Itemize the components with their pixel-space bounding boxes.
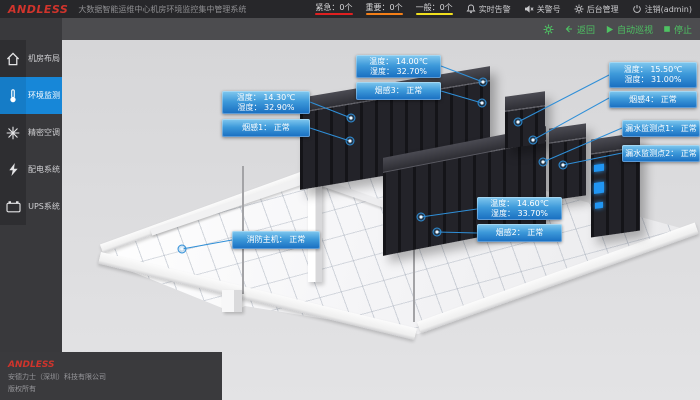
snowflake-icon [0,114,26,151]
smoke-status: 烟感2： 正常 [480,228,559,238]
menu-admin-console[interactable]: 后台管理 [574,4,619,15]
alarm-critical-underline [315,13,352,15]
rack-front [549,137,586,200]
smoke-status: 烟感1： 正常 [225,123,307,133]
menu-mute-alarm[interactable]: 关警号 [524,4,561,15]
callout-smoke-detector-3: 烟感3： 正常 [356,82,441,100]
sidebar-item-room-layout[interactable]: 机房布局 [0,40,62,77]
menu-logout-label: 注销(admin) [645,4,692,15]
humidity-value: 湿度： 32.70% [359,67,438,77]
callout-smoke-detector-2: 烟感2： 正常 [477,224,562,242]
menu-admin-console-label: 后台管理 [587,4,619,15]
sidebar-item-label: 配电系统 [26,164,62,175]
callout-leak-detector-2: 漏水监测点2： 正常 [622,145,700,162]
floor-box [222,290,242,312]
alarm-minor-underline [416,13,453,15]
brand-logo: ANDLESS [8,3,68,16]
stop-button-label: 停止 [674,23,692,36]
battery-icon [0,188,26,225]
sidebar-item-power-distribution[interactable]: 配电系统 [0,151,62,188]
menu-logout[interactable]: 注销(admin) [632,4,692,15]
callout-env-sensor-4: 温度： 15.50℃ 湿度： 31.00% [609,62,697,88]
temperature-value: 温度： 15.50℃ [612,65,694,75]
callout-leak-detector-1: 漏水监测点1： 正常 [622,120,700,137]
speaker-off-icon [524,4,534,14]
view-settings-button[interactable] [543,24,554,35]
callout-env-sensor-2: 温度： 14.60℃ 湿度： 33.70% [477,197,562,220]
rack-screen [594,182,604,194]
sidebar-item-ups-system[interactable]: UPS系统 [0,188,62,225]
alarm-critical-label: 紧急：0个 [315,3,352,12]
leak-status: 漏水监测点1： 正常 [625,124,697,134]
leak-status: 漏水监测点2： 正常 [625,149,697,159]
sidebar-item-label: 环境监测 [26,90,62,101]
menu-mute-alarm-label: 关警号 [537,4,561,15]
cabinet-small [505,91,545,149]
temperature-value: 温度： 14.60℃ [480,199,559,209]
sidebar-menu: 机房布局 环境监测 精密空调 配电系统 [0,40,62,225]
footer-brand-logo: ANDLESS [8,360,222,370]
sidebar-nav: 机房布局 环境监测 精密空调 配电系统 [0,18,62,400]
callout-smoke-detector-1: 烟感1： 正常 [222,119,310,137]
header-bar: ANDLESS 大数据智能运维中心机房环境监控集中管理系统 紧急：0个 重要：0… [0,0,700,18]
settings-gear-icon [543,24,554,35]
temperature-value: 温度： 14.30℃ [225,93,307,103]
auto-patrol-button[interactable]: 自动巡视 [605,23,653,36]
humidity-value: 湿度： 33.70% [480,209,559,219]
footer-rights: 版权所有 [8,385,222,394]
callout-fire-host: 消防主机： 正常 [232,231,320,249]
rack-screen [595,202,603,209]
back-button-label: 返回 [577,23,595,36]
alarm-counter-major: 重要：0个 [366,3,403,15]
system-title: 大数据智能运维中心机房环境监控集中管理系统 [78,4,246,15]
alarm-minor-label: 一般：0个 [416,3,453,12]
view-toolbar: 返回 自动巡视 停止 [62,18,700,40]
thermometer-icon [0,77,26,114]
power-icon [632,4,642,14]
home-icon [0,40,26,77]
humidity-value: 湿度： 32.90% [225,103,307,113]
smoke-status: 烟感3： 正常 [359,86,438,96]
footer-company: 安德力士（深圳）科技有限公司 [8,373,222,382]
bell-icon [466,4,476,14]
alarm-counter-critical: 紧急：0个 [315,3,352,15]
alarm-major-underline [366,13,403,15]
app-window: 温度： 14.30℃ 湿度： 32.90% 烟感1： 正常 温度： 14.00℃… [0,0,700,400]
alarm-major-label: 重要：0个 [366,3,403,12]
stop-icon [663,25,671,33]
back-arrow-icon [564,24,574,34]
callout-env-sensor-3: 温度： 14.00℃ 湿度： 32.70% [356,55,441,78]
sensor-pole-1 [242,166,244,294]
temperature-value: 温度： 14.00℃ [359,57,438,67]
callout-env-sensor-1: 温度： 14.30℃ 湿度： 32.90% [222,91,310,114]
cabinet-medium [549,123,586,200]
auto-patrol-label: 自动巡视 [617,23,653,36]
humidity-value: 湿度： 31.00% [612,75,694,85]
play-icon [605,25,614,34]
stop-button[interactable]: 停止 [663,23,692,36]
back-button[interactable]: 返回 [564,23,595,36]
sidebar-item-precision-ac[interactable]: 精密空调 [0,114,62,151]
menu-realtime-alarm[interactable]: 实时告警 [466,4,511,15]
sidebar-item-label: 机房布局 [26,53,62,64]
sidebar-item-label: 精密空调 [26,127,62,138]
menu-realtime-alarm-label: 实时告警 [479,4,511,15]
rack-front [505,105,545,149]
rack-screen [594,164,604,172]
sidebar-item-label: UPS系统 [26,201,62,212]
smoke-status: 烟感4： 正常 [612,95,694,105]
gear-icon [574,4,584,14]
sidebar-item-environment-monitor[interactable]: 环境监测 [0,77,62,114]
alarm-counter-minor: 一般：0个 [416,3,453,15]
fire-host-status: 消防主机： 正常 [235,235,317,245]
footer-panel: ANDLESS 安德力士（深圳）科技有限公司 版权所有 [0,352,222,400]
callout-smoke-detector-4: 烟感4： 正常 [609,91,697,108]
header-right: 紧急：0个 重要：0个 一般：0个 实时告警 关警号 后台管理 [315,3,692,15]
bolt-icon [0,151,26,188]
